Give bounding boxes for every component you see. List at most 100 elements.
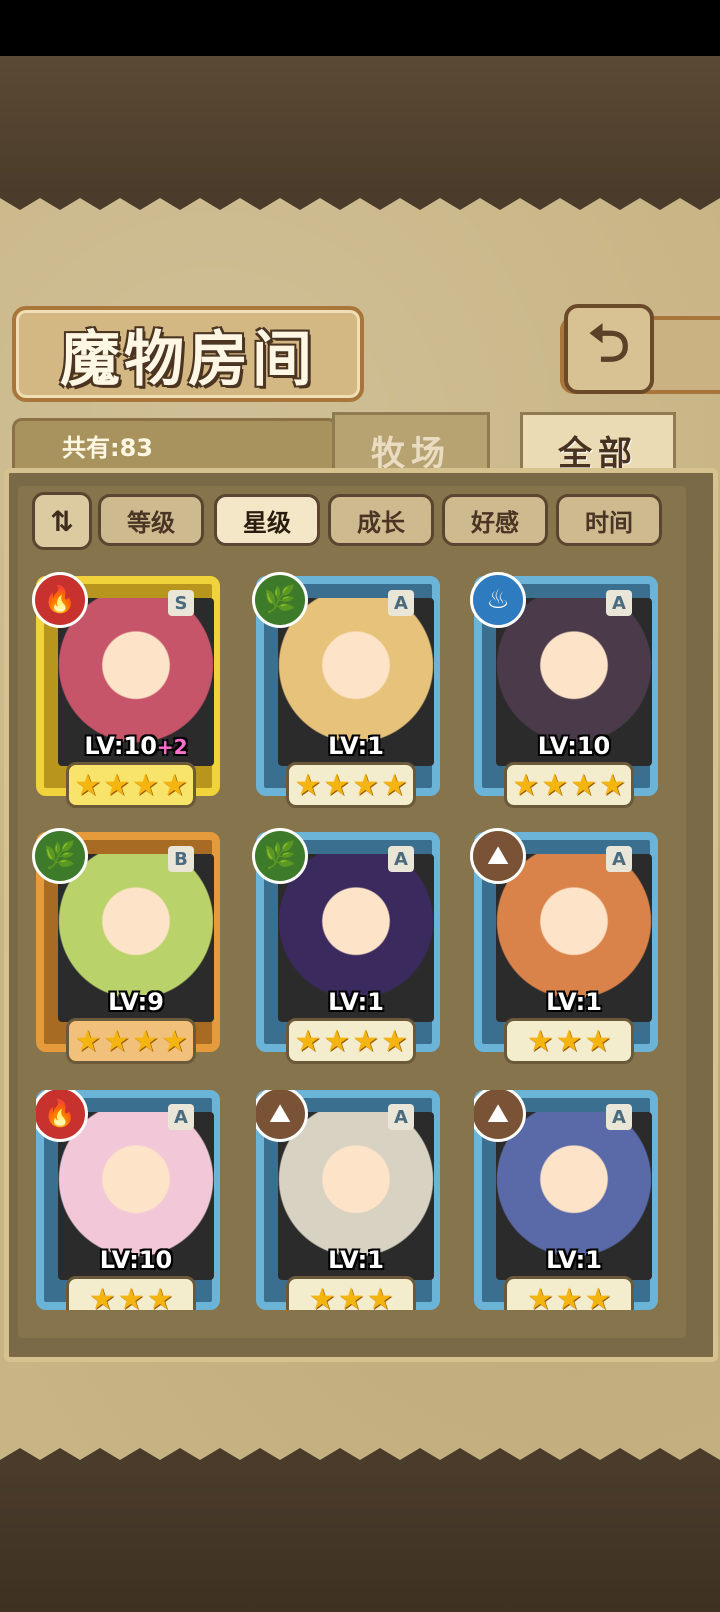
rank-badge: A — [388, 846, 414, 872]
star-rating: ★ ★ ★ ★ — [504, 762, 634, 808]
page-title: 魔物房间 — [60, 324, 316, 395]
title-plate: 魔物房间 — [12, 306, 364, 402]
sort-time-button[interactable]: 时间 — [556, 494, 662, 546]
level-value: LV:10 — [537, 732, 611, 760]
level-value: LV:1 — [546, 988, 602, 1016]
monster-card[interactable]: A LV:10 ♨ ★ ★ ★ ★ — [470, 572, 670, 812]
star-icon: ★ — [88, 1281, 116, 1311]
rank-badge: A — [606, 1104, 632, 1130]
level-label: LV:10 — [44, 1246, 228, 1274]
nature-element-icon: 🌿 — [252, 572, 308, 628]
star-icon: ★ — [132, 767, 159, 803]
star-rating: ★ ★ ★ — [504, 1018, 634, 1064]
level-value: LV:1 — [328, 988, 384, 1016]
level-label: LV:10+2 — [44, 732, 228, 760]
level-label: LV:1 — [264, 1246, 448, 1274]
star-icon: ★ — [323, 767, 350, 803]
fire-element-icon: 🔥 — [32, 572, 88, 628]
monster-card[interactable]: B LV:9 🌿 ★ ★ ★ ★ — [32, 828, 232, 1068]
star-rating: ★ ★ ★ ★ — [286, 1018, 416, 1064]
star-icon: ★ — [366, 1281, 394, 1311]
rank-badge: S — [168, 590, 194, 616]
monster-card[interactable]: A LV:1 🌿 ★ ★ ★ ★ — [252, 828, 452, 1068]
star-icon: ★ — [541, 767, 568, 803]
rank-badge: A — [388, 1104, 414, 1130]
earth-element-icon: ⛰ — [470, 828, 526, 884]
star-icon: ★ — [337, 1281, 365, 1311]
monster-card[interactable]: A LV:1 🌿 ★ ★ ★ ★ — [252, 572, 452, 812]
level-label: LV:9 — [44, 988, 228, 1016]
star-icon: ★ — [74, 1023, 102, 1059]
rank-badge: A — [388, 590, 414, 616]
sort-order-toggle[interactable]: ⇅ — [32, 492, 92, 550]
star-icon: ★ — [380, 1023, 408, 1059]
star-icon: ★ — [352, 1023, 379, 1059]
level-label: LV:1 — [482, 1246, 666, 1274]
level-label: LV:1 — [482, 988, 666, 1016]
level-value: LV:10 — [99, 1246, 173, 1274]
sort-order-icon: ⇅ — [50, 504, 74, 538]
level-label: LV:1 — [264, 732, 448, 760]
star-rating: ★ ★ ★ — [66, 1276, 196, 1310]
level-value: LV:10 — [84, 732, 157, 760]
sort-level-button[interactable]: 等级 — [98, 494, 204, 546]
rank-badge: A — [168, 1104, 194, 1130]
sort-star-button[interactable]: 星级 — [214, 494, 320, 546]
level-bonus: +2 — [156, 735, 188, 759]
zigzag-border-top — [0, 186, 720, 210]
monster-card[interactable]: S LV:10+2 🔥 ★ ★ ★ ★ — [32, 572, 232, 812]
level-value: LV:1 — [328, 732, 384, 760]
star-icon: ★ — [146, 1281, 174, 1311]
nature-element-icon: 🌿 — [252, 828, 308, 884]
level-label: LV:1 — [264, 988, 448, 1016]
star-icon: ★ — [160, 1023, 188, 1059]
water-element-icon: ♨ — [470, 572, 526, 628]
nature-element-icon: 🌿 — [32, 828, 88, 884]
star-icon: ★ — [160, 767, 188, 803]
star-icon: ★ — [323, 1023, 350, 1059]
star-rating: ★ ★ ★ — [286, 1276, 416, 1310]
star-icon: ★ — [103, 1023, 130, 1059]
star-icon: ★ — [308, 1281, 336, 1311]
star-rating: ★ ★ ★ ★ — [286, 762, 416, 808]
level-value: LV:9 — [108, 988, 164, 1016]
star-rating: ★ ★ ★ ★ — [66, 762, 196, 808]
star-icon: ★ — [132, 1023, 159, 1059]
star-icon: ★ — [512, 767, 540, 803]
back-button[interactable]: ⮌ — [564, 304, 654, 394]
rank-badge: B — [168, 846, 194, 872]
star-icon: ★ — [380, 767, 408, 803]
star-icon: ★ — [294, 767, 322, 803]
sort-affection-button[interactable]: 好感 — [442, 494, 548, 546]
star-icon: ★ — [584, 1281, 612, 1311]
level-value: LV:1 — [546, 1246, 602, 1274]
star-icon: ★ — [74, 767, 102, 803]
star-icon: ★ — [103, 767, 130, 803]
status-bar — [0, 0, 720, 56]
star-icon: ★ — [294, 1023, 322, 1059]
return-arrow-icon: ⮌ — [588, 313, 630, 374]
star-icon: ★ — [570, 767, 597, 803]
map-background-top — [0, 56, 720, 196]
star-icon: ★ — [526, 1281, 554, 1311]
zigzag-border-bottom — [0, 1448, 720, 1472]
level-value: LV:1 — [328, 1246, 384, 1274]
rank-badge: A — [606, 590, 632, 616]
monster-card[interactable]: A LV:1 ⛰ ★ ★ ★ — [256, 1090, 452, 1310]
level-label: LV:10 — [482, 732, 666, 760]
star-icon: ★ — [352, 767, 379, 803]
star-icon: ★ — [555, 1023, 583, 1059]
sort-growth-button[interactable]: 成长 — [328, 494, 434, 546]
star-icon: ★ — [584, 1023, 612, 1059]
star-icon: ★ — [598, 767, 626, 803]
rank-badge: A — [606, 846, 632, 872]
star-rating: ★ ★ ★ ★ — [66, 1018, 196, 1064]
star-icon: ★ — [526, 1023, 554, 1059]
star-icon: ★ — [555, 1281, 583, 1311]
monster-card[interactable]: A LV:1 ⛰ ★ ★ ★ — [474, 1090, 670, 1310]
monster-card[interactable]: A LV:10 🔥 ★ ★ ★ — [36, 1090, 232, 1310]
star-icon: ★ — [117, 1281, 145, 1311]
monster-card[interactable]: A LV:1 ⛰ ★ ★ ★ — [470, 828, 670, 1068]
star-rating: ★ ★ ★ — [504, 1276, 634, 1310]
map-background-bottom — [0, 1470, 720, 1612]
